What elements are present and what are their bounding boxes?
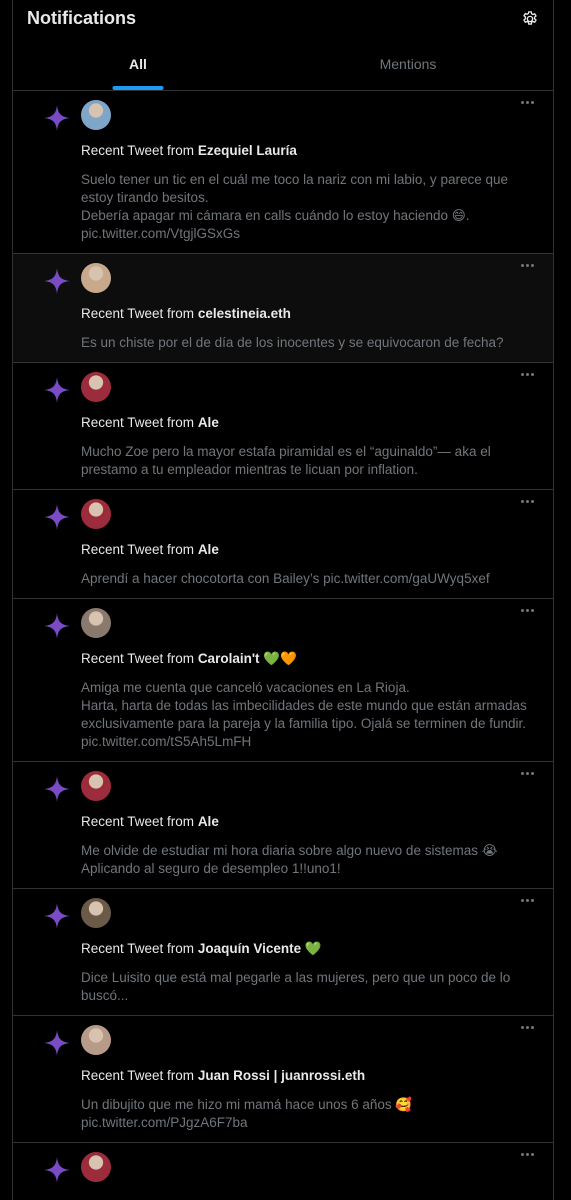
tab-all[interactable]: All	[13, 38, 263, 90]
title-prefix: Recent Tweet from	[81, 143, 198, 158]
more-options-icon[interactable]	[521, 500, 537, 510]
page-title: Notifications	[27, 8, 137, 28]
more-options-icon[interactable]	[521, 609, 537, 619]
title-prefix: Recent Tweet from	[81, 542, 198, 557]
more-options-icon[interactable]	[521, 101, 537, 111]
sparkle-icon	[43, 503, 71, 531]
tab-label: All	[129, 56, 147, 72]
avatar[interactable]	[81, 372, 111, 402]
author-name[interactable]: Ale	[198, 415, 219, 430]
active-tab-indicator	[112, 86, 164, 90]
tweet-text: Amiga me cuenta que canceló vacaciones e…	[81, 680, 527, 749]
author-name[interactable]: Ale	[198, 814, 219, 829]
more-options-icon[interactable]	[521, 373, 537, 383]
tweet-text: Aprendí a hacer chocotorta con Bailey’s …	[81, 571, 490, 586]
tweet-text: Dice Luisito que está mal pegarle a las …	[81, 970, 511, 1003]
more-options-icon[interactable]	[521, 1153, 537, 1163]
notification-title: Recent Tweet from Ale	[81, 541, 537, 559]
notification-item[interactable]: Recent Tweet from Carolain't 💚🧡 Amiga me …	[13, 599, 553, 762]
notification-title: Recent Tweet from Carolain't 💚🧡	[81, 650, 537, 668]
avatar[interactable]	[81, 771, 111, 801]
notification-title: Recent Tweet from Ale	[81, 813, 537, 831]
avatar[interactable]	[81, 100, 111, 130]
tabs: All Mentions	[13, 38, 553, 91]
sparkle-icon	[43, 1156, 71, 1184]
notification-item[interactable]: Recent Tweet from celestineia.eth Es un c…	[13, 254, 553, 363]
header: Notifications	[13, 0, 553, 38]
tweet-text: Es un chiste por el de día de los inocen…	[81, 335, 504, 350]
tweet-text: Mucho Zoe pero la mayor estafa piramidal…	[81, 444, 491, 477]
avatar[interactable]	[81, 1025, 111, 1055]
notification-title: Recent Tweet from Ale	[81, 414, 537, 432]
tab-mentions[interactable]: Mentions	[263, 38, 553, 90]
gear-icon[interactable]	[521, 10, 539, 28]
sparkle-icon	[43, 1029, 71, 1057]
sparkle-icon	[43, 902, 71, 930]
sparkle-icon	[43, 104, 71, 132]
notification-title: Recent Tweet from celestineia.eth	[81, 305, 537, 323]
avatar[interactable]	[81, 608, 111, 638]
notification-item[interactable]	[13, 1143, 553, 1200]
sparkle-icon	[43, 376, 71, 404]
notification-item[interactable]: Recent Tweet from Juan Rossi | juanrossi…	[13, 1016, 553, 1143]
avatar[interactable]	[81, 1152, 111, 1182]
notification-title: Recent Tweet from Ezequiel Lauría	[81, 142, 537, 160]
tweet-text: Me olvide de estudiar mi hora diaria sob…	[81, 843, 498, 876]
author-name[interactable]: Ezequiel Lauría	[198, 143, 297, 158]
notification-item[interactable]: Recent Tweet from Ale Aprendí a hacer cho…	[13, 490, 553, 599]
author-name[interactable]: Juan Rossi | juanrossi.eth	[198, 1068, 365, 1083]
avatar[interactable]	[81, 898, 111, 928]
notification-title: Recent Tweet from Juan Rossi | juanrossi…	[81, 1067, 537, 1085]
avatar[interactable]	[81, 263, 111, 293]
notification-item[interactable]: Recent Tweet from Ale Mucho Zoe pero la m…	[13, 363, 553, 490]
sparkle-icon	[43, 612, 71, 640]
more-options-icon[interactable]	[521, 1026, 537, 1036]
more-options-icon[interactable]	[521, 264, 537, 274]
notification-list: Recent Tweet from Ezequiel Lauría Suelo t…	[13, 91, 553, 1200]
author-name[interactable]: Ale	[198, 542, 219, 557]
tweet-text: Un dibujito que me hizo mi mamá hace uno…	[81, 1097, 413, 1130]
title-prefix: Recent Tweet from	[81, 306, 198, 321]
author-name[interactable]: Carolain't 💚🧡	[198, 651, 297, 666]
author-name[interactable]: celestineia.eth	[198, 306, 291, 321]
title-prefix: Recent Tweet from	[81, 651, 198, 666]
more-options-icon[interactable]	[521, 772, 537, 782]
author-name[interactable]: Joaquín Vicente 💚	[198, 941, 322, 956]
notification-item[interactable]: Recent Tweet from Joaquín Vicente 💚 Dice …	[13, 889, 553, 1016]
notification-item[interactable]: Recent Tweet from Ale Me olvide de estudi…	[13, 762, 553, 889]
avatar[interactable]	[81, 499, 111, 529]
title-prefix: Recent Tweet from	[81, 1068, 198, 1083]
title-prefix: Recent Tweet from	[81, 941, 198, 956]
title-prefix: Recent Tweet from	[81, 415, 198, 430]
more-options-icon[interactable]	[521, 899, 537, 909]
notification-item[interactable]: Recent Tweet from Ezequiel Lauría Suelo t…	[13, 91, 553, 254]
tweet-text: Suelo tener un tic en el cuál me toco la…	[81, 172, 508, 241]
sparkle-icon	[43, 267, 71, 295]
title-prefix: Recent Tweet from	[81, 814, 198, 829]
sparkle-icon	[43, 775, 71, 803]
tab-label: Mentions	[379, 56, 437, 72]
notification-title: Recent Tweet from Joaquín Vicente 💚	[81, 940, 537, 958]
notifications-column: Notifications All Mentions Recent Tweet …	[12, 0, 554, 1200]
